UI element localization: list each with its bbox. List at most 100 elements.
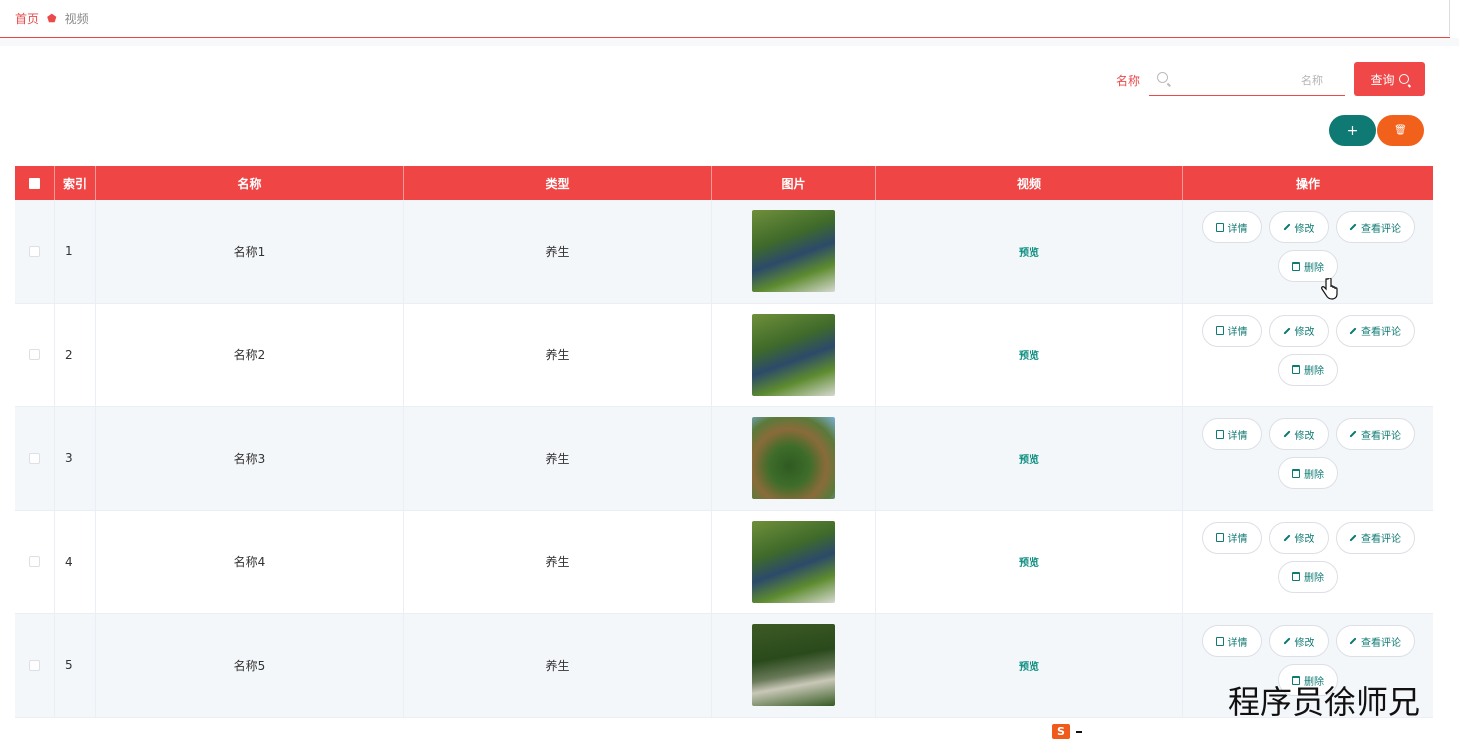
row-video-cell: 预览 xyxy=(876,407,1183,510)
search-field xyxy=(1149,64,1345,96)
row-checkbox-cell xyxy=(15,200,55,303)
search-icon xyxy=(1157,72,1168,83)
breadcrumb-home[interactable]: 首页 xyxy=(15,10,39,27)
comments-label: 查看评论 xyxy=(1361,637,1401,649)
row-image-cell xyxy=(712,614,876,717)
search-input[interactable] xyxy=(1175,68,1323,92)
row-thumbnail[interactable] xyxy=(752,417,835,500)
detail-button[interactable]: 详情 xyxy=(1201,521,1262,554)
edit-label: 修改 xyxy=(1294,534,1315,546)
row-checkbox[interactable] xyxy=(29,452,40,464)
watermark: 程序员徐师兄 xyxy=(1228,683,1421,721)
hand-cursor-icon xyxy=(1321,278,1338,300)
video-preview-link[interactable]: 预览 xyxy=(1019,658,1039,673)
s-logo-icon: S xyxy=(1052,724,1070,739)
row-checkbox[interactable] xyxy=(29,349,40,361)
row-actions: 详情 修改 查看评论删除 xyxy=(1183,200,1433,303)
view-comments-button[interactable]: 查看评论 xyxy=(1335,314,1415,347)
document-icon xyxy=(1215,326,1224,336)
video-preview-link[interactable]: 预览 xyxy=(1019,451,1039,466)
header-image: 图片 xyxy=(712,166,876,200)
edit-label: 修改 xyxy=(1294,327,1315,339)
plus-icon: + xyxy=(1346,122,1359,139)
detail-label: 详情 xyxy=(1227,430,1248,442)
delete-label: 删除 xyxy=(1304,469,1324,481)
delete-button[interactable]: 删除 xyxy=(1278,560,1338,593)
edit-label: 修改 xyxy=(1294,637,1315,649)
row-thumbnail[interactable] xyxy=(752,313,835,396)
row-video-cell: 预览 xyxy=(876,614,1183,717)
detail-label: 详情 xyxy=(1227,223,1248,235)
query-button[interactable]: 查询 xyxy=(1354,62,1425,96)
delete-label: 删除 xyxy=(1304,366,1324,378)
row-name: 名称4 xyxy=(96,510,404,613)
video-preview-link[interactable]: 预览 xyxy=(1019,554,1039,569)
row-checkbox[interactable] xyxy=(29,659,40,671)
batch-delete-button[interactable]: 🗑 xyxy=(1377,115,1424,146)
detail-label: 详情 xyxy=(1227,534,1248,546)
pencil-icon xyxy=(1349,637,1357,645)
row-checkbox[interactable] xyxy=(29,245,40,257)
pencil-icon xyxy=(1349,327,1357,335)
video-preview-link[interactable]: 预览 xyxy=(1019,244,1039,259)
row-thumbnail[interactable] xyxy=(752,210,835,293)
search-icon xyxy=(1398,74,1409,84)
detail-button[interactable]: 详情 xyxy=(1201,211,1262,244)
row-type: 养生 xyxy=(404,407,712,510)
edit-button[interactable]: 修改 xyxy=(1268,211,1329,244)
divider xyxy=(1449,0,1450,36)
row-image-cell xyxy=(712,407,876,510)
row-thumbnail[interactable] xyxy=(752,520,835,603)
row-checkbox-cell xyxy=(15,407,55,510)
edit-button[interactable]: 修改 xyxy=(1268,521,1329,554)
row-index: 5 xyxy=(55,614,96,717)
pencil-icon xyxy=(1282,637,1291,645)
video-table: 索引 名称 类型 图片 视频 操作 1 名称1 养生 预览 详情 修改 查看评论 删除 2 名称2… xyxy=(15,166,1433,718)
pencil-icon xyxy=(1282,327,1291,335)
edit-label: 修改 xyxy=(1294,223,1315,235)
view-comments-button[interactable]: 查看评论 xyxy=(1335,625,1415,658)
row-image-cell xyxy=(712,200,876,303)
delete-button[interactable]: 删除 xyxy=(1278,457,1338,490)
row-type: 养生 xyxy=(404,303,712,406)
add-button[interactable]: + xyxy=(1329,115,1376,146)
table-body: 1 名称1 养生 预览 详情 修改 查看评论 删除 2 名称2 养生 预览 详情 修改 查看评论 删除 3 名称3… xyxy=(15,200,1433,718)
comments-label: 查看评论 xyxy=(1361,534,1401,546)
row-index: 1 xyxy=(55,200,96,303)
delete-button[interactable]: 删除 xyxy=(1278,353,1338,386)
row-checkbox-cell xyxy=(15,510,55,613)
comments-label: 查看评论 xyxy=(1361,430,1401,442)
header-name: 名称 xyxy=(96,166,404,200)
detail-button[interactable]: 详情 xyxy=(1201,625,1262,658)
delete-label: 删除 xyxy=(1304,262,1324,274)
row-thumbnail[interactable] xyxy=(752,624,835,707)
floating-widget[interactable]: S xyxy=(1052,724,1096,739)
pencil-icon xyxy=(1349,430,1357,438)
header-type: 类型 xyxy=(404,166,712,200)
header-actions: 操作 xyxy=(1295,176,1320,191)
select-all-checkbox[interactable] xyxy=(29,177,40,189)
view-comments-button[interactable]: 查看评论 xyxy=(1335,418,1415,451)
row-index: 4 xyxy=(55,510,96,613)
edit-button[interactable]: 修改 xyxy=(1268,625,1329,658)
query-button-label: 查询 xyxy=(1370,72,1395,87)
document-icon xyxy=(1215,222,1224,232)
view-comments-button[interactable]: 查看评论 xyxy=(1335,521,1415,554)
trash-icon xyxy=(1292,572,1300,582)
detail-button[interactable]: 详情 xyxy=(1201,314,1262,347)
table-row: 2 名称2 养生 预览 详情 修改 查看评论 删除 xyxy=(15,303,1433,407)
minus-icon xyxy=(1076,730,1082,733)
row-checkbox[interactable] xyxy=(29,556,40,568)
row-actions: 详情 修改 查看评论删除 xyxy=(1183,511,1433,614)
detail-button[interactable]: 详情 xyxy=(1201,418,1262,451)
table-header: 索引 名称 类型 图片 视频 操作 xyxy=(15,166,1433,200)
select-all-cell[interactable] xyxy=(15,166,55,200)
edit-label: 修改 xyxy=(1294,430,1315,442)
row-type: 养生 xyxy=(404,510,712,613)
view-comments-button[interactable]: 查看评论 xyxy=(1335,211,1415,244)
edit-button[interactable]: 修改 xyxy=(1268,418,1329,451)
trash-icon xyxy=(1292,261,1300,271)
edit-button[interactable]: 修改 xyxy=(1268,314,1329,347)
video-preview-link[interactable]: 预览 xyxy=(1019,347,1039,362)
row-actions: 详情 修改 查看评论删除 xyxy=(1183,304,1433,407)
